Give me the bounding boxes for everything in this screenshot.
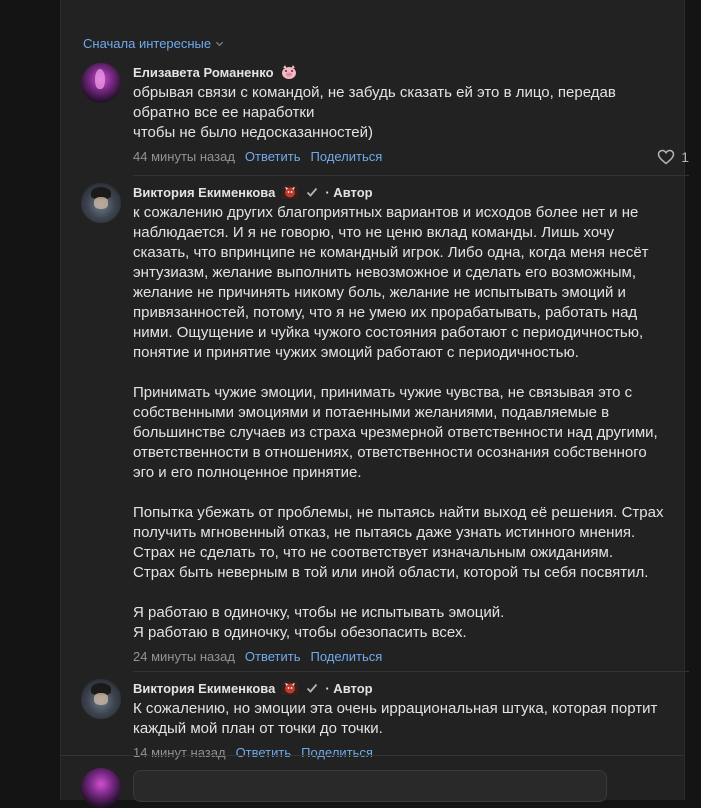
- devil-emoji-icon: [282, 185, 299, 199]
- like-count: 1: [681, 148, 689, 165]
- heart-icon: [657, 149, 675, 164]
- devil-emoji-icon: [282, 681, 299, 695]
- comment-author[interactable]: Виктория Екименкова: [133, 185, 275, 200]
- avatar[interactable]: [81, 679, 121, 719]
- comment-time[interactable]: 24 минуты назад: [133, 649, 235, 664]
- avatar[interactable]: [81, 63, 121, 103]
- current-user-avatar: [81, 768, 121, 808]
- comment-text: К сожалению, но эмоции эта очень иррацио…: [133, 700, 658, 737]
- avatar[interactable]: [81, 183, 121, 223]
- comment-author[interactable]: Виктория Екименкова: [133, 681, 275, 696]
- verified-check-icon: [307, 187, 318, 197]
- reply-section-divider: [61, 755, 684, 756]
- verified-check-icon: [307, 683, 318, 693]
- comment-text: к сожалению других благоприятных вариант…: [133, 204, 664, 641]
- comment-author[interactable]: Елизавета Романенко: [133, 65, 274, 80]
- comment-time[interactable]: 44 минуты назад: [133, 149, 235, 164]
- comment-input[interactable]: [133, 770, 607, 802]
- author-badge: · Автор: [325, 680, 373, 696]
- comment-time[interactable]: 14 минут назад: [133, 745, 226, 760]
- sort-label: Сначала интересные: [83, 36, 212, 51]
- share-button[interactable]: Поделиться: [301, 745, 373, 760]
- comment-divider: [133, 175, 689, 176]
- sort-dropdown[interactable]: Сначала интересные: [83, 36, 224, 51]
- comment-divider: [133, 671, 689, 672]
- chevron-down-icon: [216, 41, 224, 47]
- pig-emoji-icon: [281, 65, 296, 79]
- reply-button[interactable]: Ответить: [236, 745, 292, 760]
- share-button[interactable]: Поделиться: [310, 649, 382, 664]
- reply-button[interactable]: Ответить: [245, 649, 301, 664]
- comment-text: обрывая связи с командой, не забудь сказ…: [133, 84, 616, 141]
- author-badge: · Автор: [325, 184, 373, 200]
- share-button[interactable]: Поделиться: [310, 149, 382, 164]
- like-button[interactable]: 1: [657, 149, 689, 165]
- reply-button[interactable]: Ответить: [245, 149, 301, 164]
- comments-panel: Сначала интересные Елизавета Романенко о…: [60, 0, 689, 808]
